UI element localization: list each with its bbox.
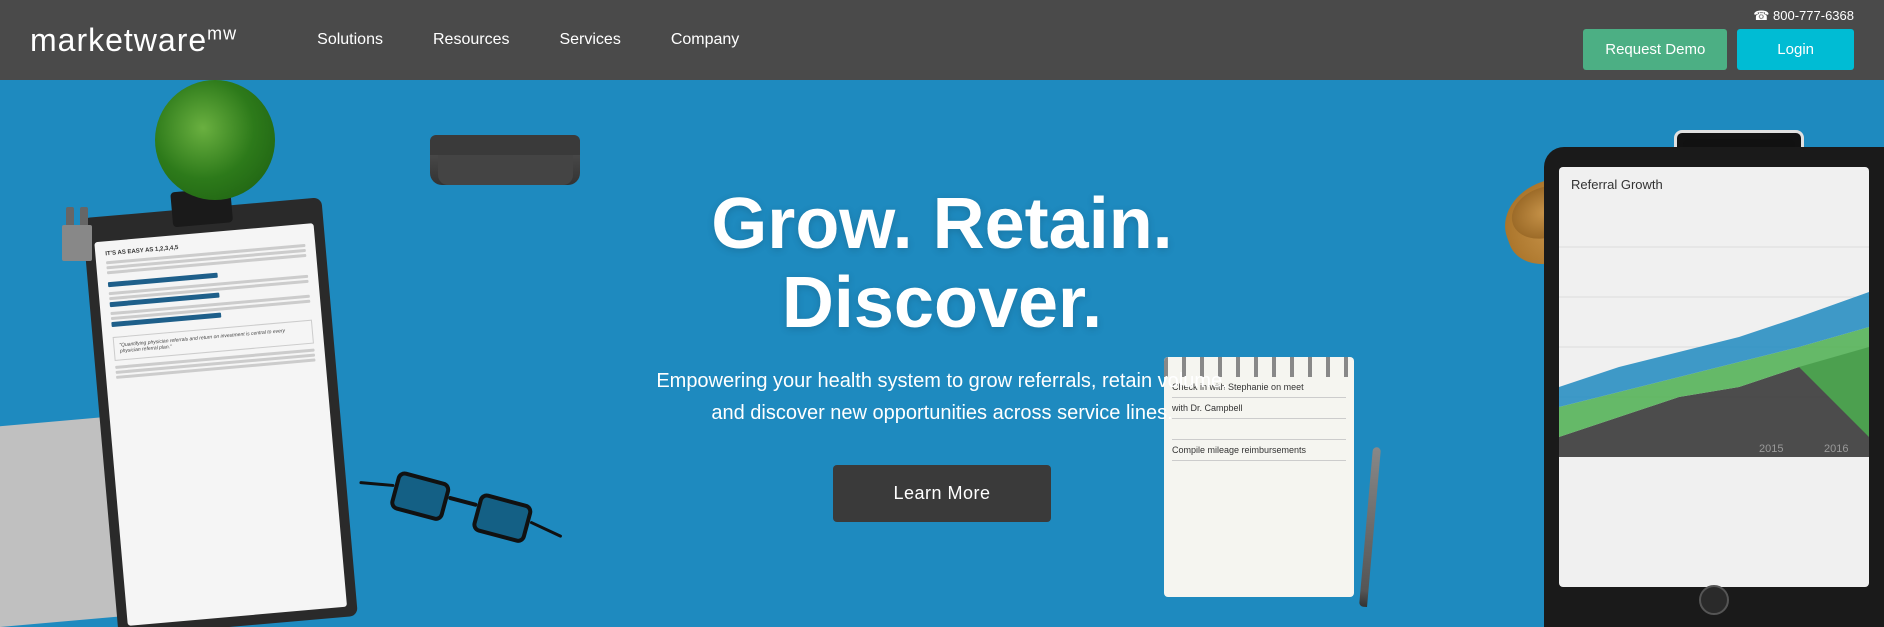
glasses-arm-left <box>359 481 394 487</box>
header-left: marketwaremw Solutions Resources Service… <box>30 22 739 59</box>
svg-text:2015: 2015 <box>1759 443 1783 455</box>
plant-decoration <box>155 80 275 200</box>
learn-more-button[interactable]: Learn More <box>833 465 1050 522</box>
chart-title: Referral Growth <box>1559 167 1869 197</box>
phone-number: 800-777-6368 <box>1773 8 1854 23</box>
hero-subtitle-line2: and discover new opportunities across se… <box>711 402 1172 424</box>
glasses-arm-right <box>529 521 562 539</box>
hero-content: Grow. Retain. Discover. Empowering your … <box>562 185 1322 522</box>
pen-decoration <box>1359 447 1381 607</box>
glasses-decoration <box>383 460 536 564</box>
binder-clip-decoration <box>62 225 92 261</box>
tablet-screen: Referral Growth <box>1559 167 1869 587</box>
nav-resources[interactable]: Resources <box>433 31 509 49</box>
hero-subtitle: Empowering your health system to grow re… <box>562 365 1322 429</box>
tablet-decoration: Referral Growth <box>1544 147 1884 627</box>
glasses-frame-right <box>471 492 534 545</box>
stapler-decoration <box>430 135 580 185</box>
request-demo-button[interactable]: Request Demo <box>1583 29 1727 70</box>
nav-solutions[interactable]: Solutions <box>317 31 383 49</box>
tablet-home-button <box>1699 585 1729 615</box>
referral-chart: 2015 2016 <box>1559 197 1869 457</box>
clipboard-decoration: IT'S AS EASY AS 1,2,3,4,5 "Quantifying p… <box>82 197 358 627</box>
hero-subtitle-line1: Empowering your health system to grow re… <box>656 370 1227 392</box>
logo-text: marketware <box>30 22 207 58</box>
header: marketwaremw Solutions Resources Service… <box>0 0 1884 80</box>
phone-bar: ☎ 800-777-6368 <box>1753 8 1854 24</box>
glasses-frame-left <box>389 470 452 523</box>
hero-title: Grow. Retain. Discover. <box>562 185 1322 343</box>
login-button[interactable]: Login <box>1737 29 1854 70</box>
nav-services[interactable]: Services <box>559 31 620 49</box>
logo-sup: mw <box>207 23 237 43</box>
clipboard-paper: IT'S AS EASY AS 1,2,3,4,5 "Quantifying p… <box>94 223 347 626</box>
chart-area: 2015 2016 <box>1559 197 1869 457</box>
logo: marketwaremw <box>30 22 237 59</box>
glasses-bridge <box>448 496 478 508</box>
nav-company[interactable]: Company <box>671 31 739 49</box>
phone-icon: ☎ <box>1753 8 1773 23</box>
hero-section: IT'S AS EASY AS 1,2,3,4,5 "Quantifying p… <box>0 80 1884 627</box>
svg-text:2016: 2016 <box>1824 443 1848 455</box>
main-nav: Solutions Resources Services Company <box>317 31 739 49</box>
header-buttons: Request Demo Login <box>1583 29 1854 70</box>
